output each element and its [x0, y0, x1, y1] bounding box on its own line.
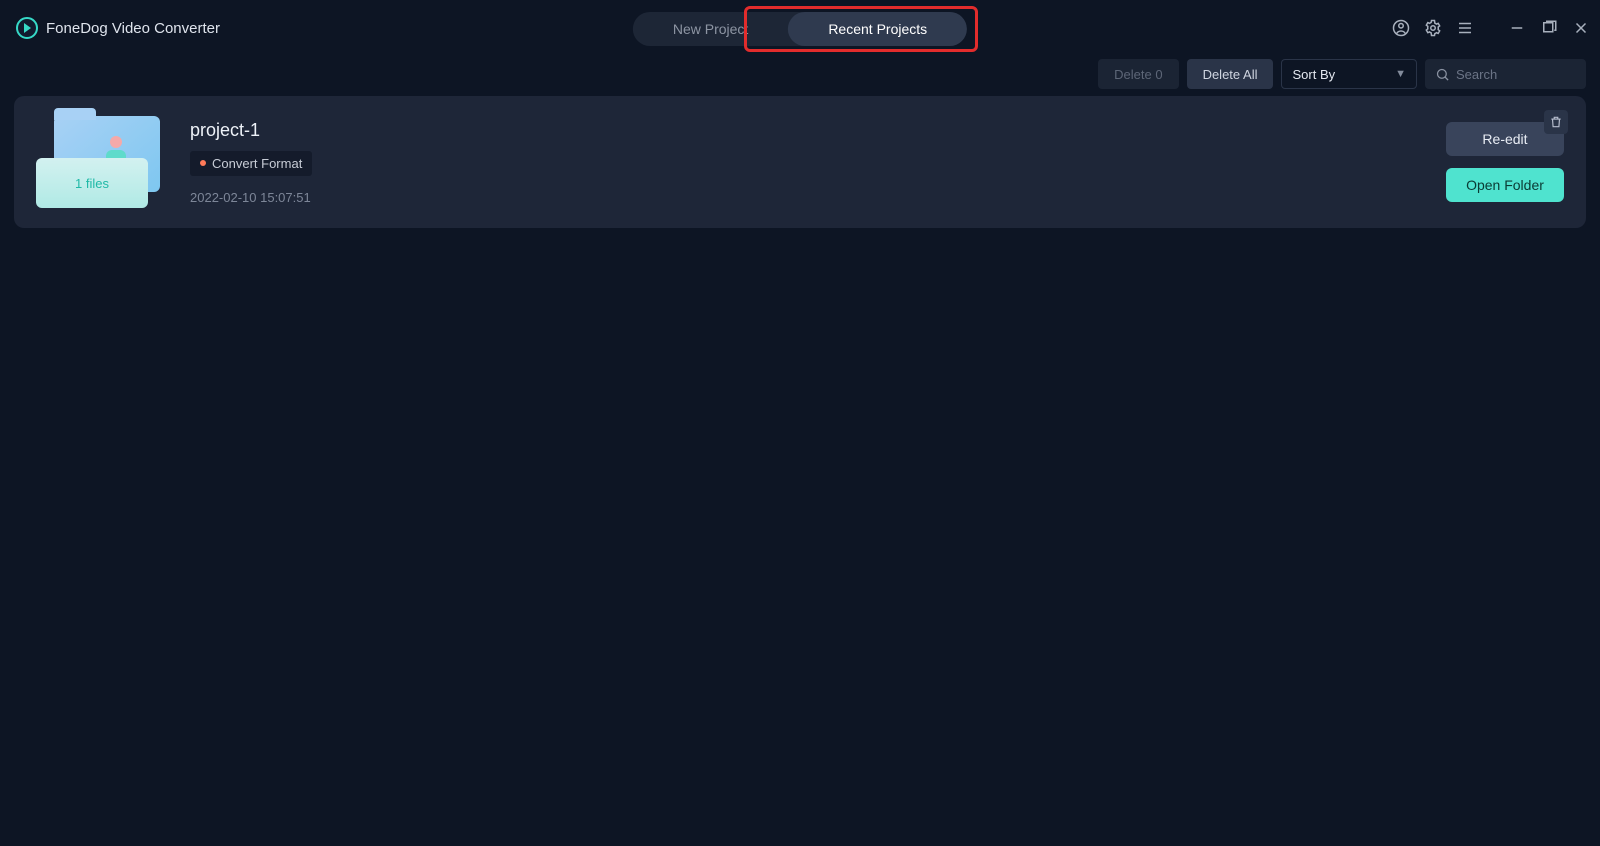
project-meta: project-1 Convert Format 2022-02-10 15:0… [190, 120, 312, 205]
app-logo-block: FoneDog Video Converter [12, 17, 220, 39]
main-tabs: New Project Recent Projects [633, 12, 967, 46]
titlebar: FoneDog Video Converter New Project Rece… [0, 0, 1600, 56]
project-actions: Re-edit Open Folder [1446, 122, 1564, 202]
search-input[interactable] [1456, 67, 1576, 82]
files-count-label: 1 files [36, 158, 148, 208]
minimize-icon[interactable] [1506, 17, 1528, 39]
project-tag: Convert Format [190, 151, 312, 176]
delete-project-button[interactable] [1544, 110, 1568, 134]
project-name: project-1 [190, 120, 312, 141]
account-icon[interactable] [1390, 17, 1412, 39]
chevron-down-icon: ▼ [1395, 68, 1406, 80]
settings-icon[interactable] [1422, 17, 1444, 39]
sort-by-dropdown[interactable]: Sort By ▼ [1281, 59, 1417, 89]
maximize-icon[interactable] [1538, 17, 1560, 39]
app-title: FoneDog Video Converter [46, 20, 220, 37]
action-toolbar: Delete 0 Delete All Sort By ▼ [0, 56, 1600, 96]
menu-icon[interactable] [1454, 17, 1476, 39]
open-folder-button[interactable]: Open Folder [1446, 168, 1564, 202]
close-icon[interactable] [1570, 17, 1592, 39]
trash-icon [1549, 115, 1563, 129]
project-timestamp: 2022-02-10 15:07:51 [190, 190, 312, 205]
window-controls [1390, 0, 1592, 56]
search-icon [1435, 67, 1450, 82]
content-area: 1 files project-1 Convert Format 2022-02… [0, 96, 1600, 228]
search-box[interactable] [1425, 59, 1586, 89]
project-card: 1 files project-1 Convert Format 2022-02… [14, 96, 1586, 228]
sort-by-label: Sort By [1292, 67, 1335, 82]
delete-selected-button[interactable]: Delete 0 [1098, 59, 1178, 89]
tab-recent-projects[interactable]: Recent Projects [788, 12, 967, 46]
tab-new-project[interactable]: New Project [633, 12, 788, 46]
project-thumbnail: 1 files [36, 116, 164, 208]
app-logo-icon [16, 17, 38, 39]
delete-all-button[interactable]: Delete All [1187, 59, 1274, 89]
